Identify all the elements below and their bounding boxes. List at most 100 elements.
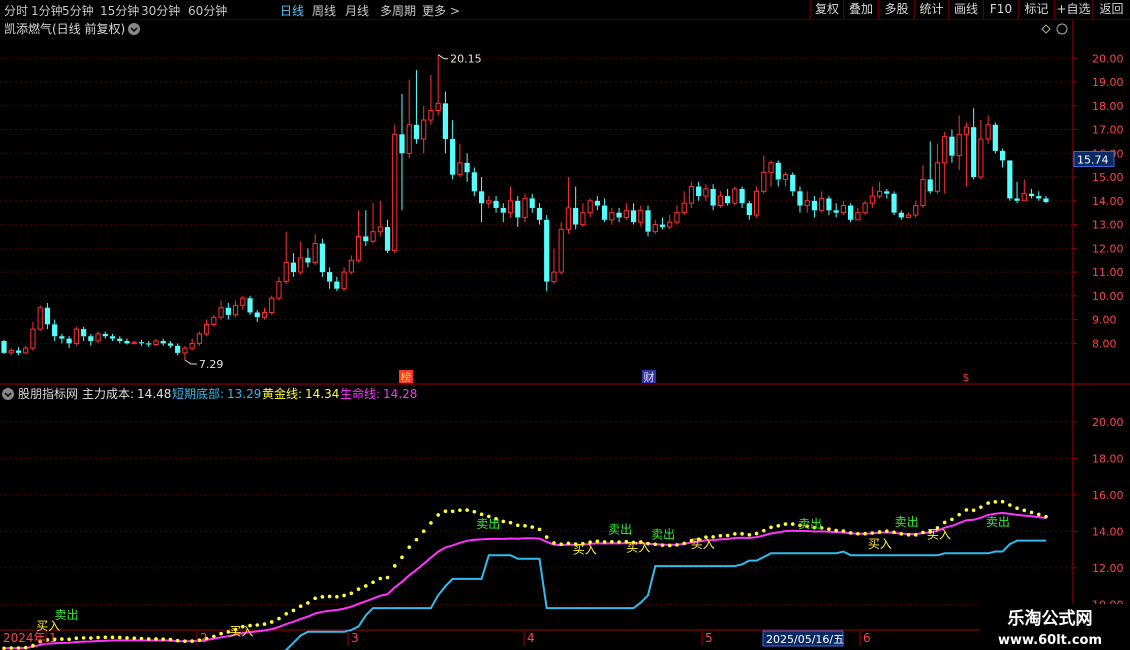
tool-button-8[interactable]: 返回 (1092, 0, 1130, 19)
period-tab-10[interactable]: 更多 > (422, 2, 460, 19)
candle[interactable] (696, 181, 702, 201)
candle[interactable] (913, 200, 919, 218)
candle[interactable] (500, 203, 506, 223)
candle[interactable] (471, 167, 477, 197)
settings-circle-icon[interactable] (1056, 23, 1068, 35)
candle[interactable] (486, 196, 492, 208)
candle[interactable] (52, 319, 58, 341)
period-tab-9[interactable]: 多周期 (380, 2, 416, 19)
candle[interactable] (761, 155, 767, 194)
candle[interactable] (138, 339, 145, 346)
candle[interactable] (1021, 179, 1027, 202)
tool-button-5[interactable]: F10 (983, 0, 1018, 19)
title-dropdown-icon[interactable] (128, 23, 140, 35)
candle[interactable] (175, 343, 181, 356)
indicator-dropdown-icon[interactable] (2, 388, 14, 400)
candle[interactable] (956, 115, 962, 170)
candle[interactable] (681, 191, 687, 216)
candle[interactable] (580, 203, 586, 227)
candle[interactable] (630, 203, 637, 225)
candle[interactable] (1036, 191, 1042, 201)
candle[interactable] (594, 196, 600, 211)
candle[interactable] (891, 191, 897, 216)
candle[interactable] (934, 143, 941, 194)
candle[interactable] (732, 186, 738, 206)
candle[interactable] (775, 160, 781, 187)
candle[interactable] (182, 345, 188, 360)
tool-button-1[interactable]: 叠加 (843, 0, 878, 19)
candle[interactable] (739, 186, 745, 208)
candle[interactable] (667, 215, 673, 230)
candle[interactable] (413, 70, 420, 144)
candle[interactable] (876, 181, 883, 199)
candle[interactable] (710, 184, 716, 211)
candle[interactable] (819, 191, 825, 213)
candle[interactable] (804, 191, 810, 213)
candle[interactable] (507, 186, 514, 218)
indicator-name[interactable]: 股朋指标网 (18, 386, 78, 401)
candle[interactable] (1007, 160, 1013, 201)
candle[interactable] (153, 338, 159, 346)
candle[interactable] (1043, 196, 1049, 204)
candle[interactable] (109, 333, 116, 341)
period-tab-1[interactable]: 1分钟 (31, 2, 63, 19)
candle[interactable] (312, 234, 318, 265)
candle[interactable] (196, 331, 202, 346)
candle[interactable] (450, 120, 456, 180)
candle[interactable] (753, 186, 760, 218)
candle[interactable] (971, 108, 977, 180)
candle[interactable] (862, 200, 868, 216)
candle[interactable] (30, 321, 36, 351)
candle[interactable] (8, 348, 14, 356)
event-marker-label[interactable]: 榜 (401, 370, 412, 384)
candle[interactable] (688, 181, 695, 208)
candle[interactable] (623, 203, 629, 220)
candle[interactable] (616, 207, 622, 223)
candle[interactable] (544, 215, 550, 292)
candle[interactable] (276, 276, 282, 301)
candle[interactable] (298, 241, 304, 275)
candle[interactable] (254, 310, 260, 322)
candle[interactable] (37, 305, 43, 332)
period-tab-8[interactable]: 月线 (345, 2, 369, 19)
candle[interactable] (131, 340, 137, 345)
candle[interactable] (88, 333, 94, 346)
candle[interactable] (674, 205, 680, 225)
candle[interactable] (826, 196, 832, 216)
candle[interactable] (790, 172, 796, 197)
candle[interactable] (573, 186, 579, 230)
candle[interactable] (1014, 181, 1020, 204)
candle[interactable] (1028, 188, 1035, 199)
tool-button-2[interactable]: 多股 (878, 0, 914, 19)
candle[interactable] (565, 177, 572, 235)
candle[interactable] (399, 93, 405, 211)
candle[interactable] (869, 186, 875, 208)
candle[interactable] (601, 198, 608, 223)
tool-button-4[interactable]: 画线 (948, 0, 983, 19)
candle[interactable] (240, 295, 246, 311)
tool-button-0[interactable]: 复权 (810, 0, 843, 19)
period-tab-3[interactable]: 15分钟 (100, 2, 139, 19)
candle[interactable] (59, 333, 65, 344)
period-tab-7[interactable]: 周线 (312, 2, 336, 19)
candle[interactable] (211, 314, 217, 327)
candle[interactable] (717, 191, 723, 208)
candle[interactable] (80, 326, 87, 341)
event-markers[interactable]: 榜 财 $ (399, 370, 973, 384)
candle[interactable] (942, 131, 948, 194)
period-tab-6[interactable]: 日线 (280, 2, 304, 19)
event-marker-label[interactable]: $ (963, 371, 970, 384)
candle[interactable] (167, 340, 174, 349)
candle[interactable] (348, 255, 354, 275)
candle[interactable] (392, 124, 398, 254)
tool-button-7[interactable]: +自选 (1054, 0, 1092, 19)
candle[interactable] (66, 336, 72, 349)
candle[interactable] (703, 184, 709, 201)
candle[interactable] (551, 248, 557, 284)
tool-button-6[interactable]: 标记 (1018, 0, 1054, 19)
candle[interactable] (978, 120, 984, 180)
candle[interactable] (95, 331, 101, 344)
candle[interactable] (341, 267, 347, 292)
candle[interactable] (189, 338, 195, 351)
candle[interactable] (645, 205, 651, 237)
